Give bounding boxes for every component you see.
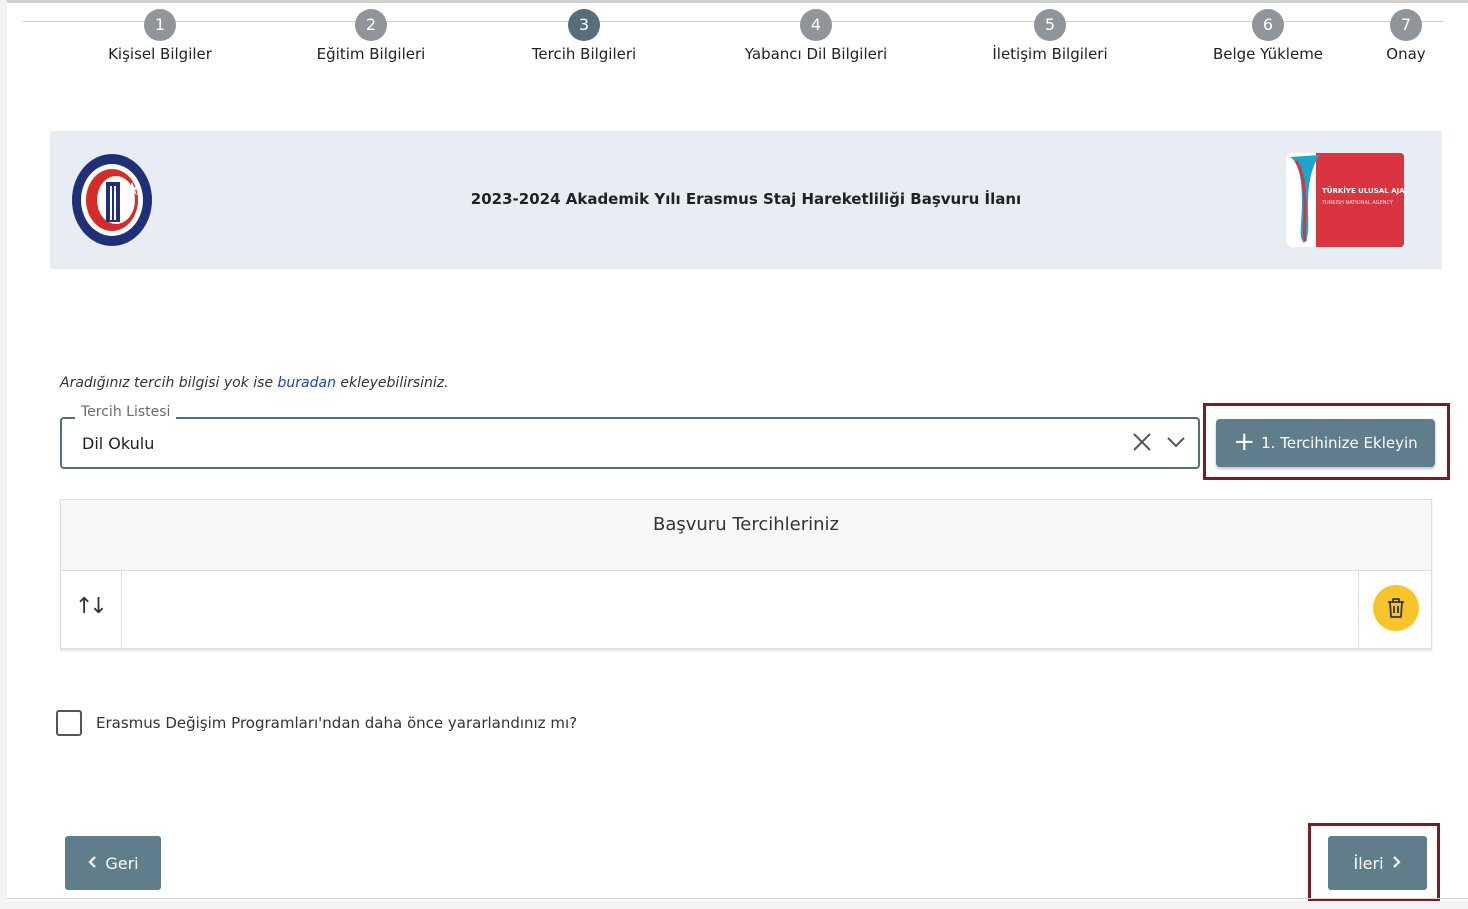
bottom-divider: [7, 898, 1468, 899]
step-label: Yabancı Dil Bilgileri: [744, 45, 888, 63]
step-2[interactable]: 2 Eğitim Bilgileri: [271, 9, 471, 63]
agency-logo-text: TÜRKİYE ULUSAL AJANSI: [1322, 187, 1404, 195]
banner-title: 2023-2024 Akademik Yılı Erasmus Staj Har…: [470, 190, 1022, 208]
step-label: Eğitim Bilgileri: [316, 45, 426, 63]
add-preference-hint: Aradığınız tercih bilgisi yok ise burada…: [60, 375, 449, 391]
step-label: İletişim Bilgileri: [992, 45, 1108, 63]
sort-cell: ↑↓: [61, 570, 122, 648]
add-preference-label: 1. Tercihinize Ekleyin: [1261, 434, 1418, 452]
trash-icon: [1388, 598, 1404, 618]
step-label: Tercih Bilgileri: [531, 45, 637, 63]
step-1[interactable]: 1 Kişisel Bilgiler: [60, 9, 260, 63]
step-number: 7: [1390, 9, 1422, 41]
step-number: 3: [568, 9, 600, 41]
step-3[interactable]: 3 Tercih Bilgileri: [484, 9, 684, 63]
step-4[interactable]: 4 Yabancı Dil Bilgileri: [716, 9, 916, 63]
plus-icon: +: [1233, 426, 1256, 457]
chevron-right-icon: [1392, 854, 1402, 873]
clear-selection-icon[interactable]: [1131, 431, 1153, 453]
preference-select-value: Dil Okulu: [82, 434, 155, 453]
application-page: 1 Kişisel Bilgiler 2 Eğitim Bilgileri 3 …: [7, 0, 1468, 901]
add-preference-button[interactable]: + 1. Tercihinize Ekleyin: [1216, 419, 1435, 467]
step-number: 5: [1034, 9, 1066, 41]
step-number: 4: [800, 9, 832, 41]
step-label: Kişisel Bilgiler: [108, 45, 212, 63]
chevron-down-icon[interactable]: [1165, 431, 1187, 453]
sort-arrows-icon[interactable]: ↑↓: [75, 594, 108, 619]
hint-text-before: Aradığınız tercih bilgisi yok ise: [60, 375, 278, 391]
step-label: Onay: [1386, 45, 1426, 63]
delete-cell: [1358, 570, 1431, 648]
step-number: 1: [144, 9, 176, 41]
step-number: 6: [1252, 9, 1284, 41]
step-number: 2: [355, 9, 387, 41]
announcement-banner: 2023-2024 Akademik Yılı Erasmus Staj Har…: [50, 131, 1442, 269]
table-header: Başvuru Tercihleriniz: [61, 500, 1431, 571]
national-agency-logo: TÜRKİYE ULUSAL AJANSI TURKISH NATIONAL A…: [1286, 153, 1404, 247]
previous-erasmus-label: Erasmus Değişim Programları'ndan daha ön…: [96, 714, 578, 732]
back-button[interactable]: Geri: [65, 836, 161, 890]
delete-button[interactable]: [1373, 585, 1419, 631]
previous-erasmus-checkbox[interactable]: [56, 710, 82, 736]
add-preference-link[interactable]: buradan: [278, 375, 336, 391]
step-5[interactable]: 5 İletişim Bilgileri: [950, 9, 1150, 63]
preference-list-select[interactable]: Dil Okulu: [60, 417, 1200, 469]
preference-list-legend: Tercih Listesi: [75, 404, 177, 420]
back-label: Geri: [105, 853, 139, 873]
preferences-table: Başvuru Tercihleriniz ↑↓: [60, 499, 1432, 649]
next-label: İleri: [1353, 853, 1384, 873]
next-button[interactable]: İleri: [1328, 836, 1427, 890]
hint-text-after: ekleyebilirsiniz.: [335, 375, 449, 391]
agency-logo-subtext: TURKISH NATIONAL AGENCY: [1322, 200, 1393, 206]
table-header-title: Başvuru Tercihleriniz: [652, 514, 839, 535]
chevron-left-icon: [87, 854, 97, 873]
step-7[interactable]: 7 Onay: [1306, 9, 1468, 63]
